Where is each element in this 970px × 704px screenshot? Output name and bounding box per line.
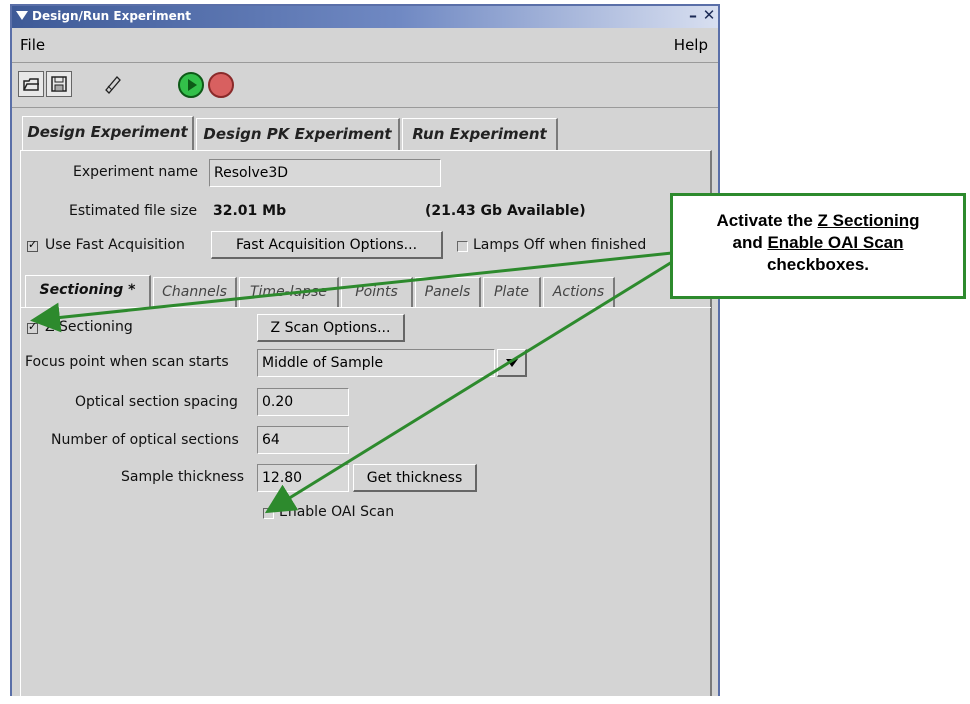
instruction-callout: Activate the Z Sectioning and Enable OAI… xyxy=(670,193,966,299)
stop-icon[interactable] xyxy=(208,72,234,98)
lamps-off-label: Lamps Off when finished xyxy=(473,237,647,253)
tab-run-experiment[interactable]: Run Experiment xyxy=(402,118,558,150)
focus-point-label: Focus point when scan starts xyxy=(25,354,229,370)
menu-help[interactable]: Help xyxy=(674,36,708,54)
minimize-icon[interactable]: – xyxy=(686,6,700,26)
enable-oai-scan-label: Enable OAI Scan xyxy=(279,504,395,520)
experiment-name-field[interactable]: Resolve3D xyxy=(209,159,441,187)
callout-link-oai-scan: Enable OAI Scan xyxy=(767,233,904,252)
subtab-points[interactable]: Points xyxy=(341,277,413,307)
use-fast-acquisition-label: Use Fast Acquisition xyxy=(45,237,185,253)
sample-thickness-field[interactable]: 12.80 xyxy=(257,464,349,492)
callout-text-3: checkboxes. xyxy=(766,255,870,274)
optical-spacing-field[interactable]: 0.20 xyxy=(257,388,349,416)
experiment-name-label: Experiment name xyxy=(73,164,199,180)
callout-link-z-sectioning: Z Sectioning xyxy=(817,211,920,230)
menu-file[interactable]: File xyxy=(20,36,45,54)
close-icon[interactable]: ✕ xyxy=(702,6,716,26)
z-scan-options-button[interactable]: Z Scan Options... xyxy=(257,314,405,342)
callout-text-2: and xyxy=(732,233,768,252)
menu-bar: File Help xyxy=(12,28,718,63)
sample-thickness-label: Sample thickness xyxy=(121,469,245,485)
subtab-panels[interactable]: Panels xyxy=(415,277,481,307)
tab-design-experiment[interactable]: Design Experiment xyxy=(22,116,194,150)
tab-design-pk-experiment[interactable]: Design PK Experiment xyxy=(196,118,400,150)
open-icon[interactable] xyxy=(18,71,44,97)
app-window: Design/Run Experiment – ✕ File Help Desi… xyxy=(10,4,720,696)
sectioning-panel: Z Sectioning Z Scan Options... Focus poi… xyxy=(21,307,711,704)
window-title: Design/Run Experiment xyxy=(32,9,191,23)
subtab-sectioning[interactable]: Sectioning * xyxy=(25,275,151,307)
available-space: (21.43 Gb Available) xyxy=(425,203,586,219)
z-sectioning-label: Z Sectioning xyxy=(45,319,133,335)
design-tab-panel: Experiment name Resolve3D Estimated file… xyxy=(20,150,712,696)
subtab-time-lapse[interactable]: Time-lapse xyxy=(239,277,339,307)
window-menu-icon[interactable] xyxy=(16,11,28,20)
toolbar xyxy=(12,63,718,108)
subtab-plate[interactable]: Plate xyxy=(483,277,541,307)
fast-acquisition-options-button[interactable]: Fast Acquisition Options... xyxy=(211,231,443,259)
lamps-off-checkbox[interactable] xyxy=(457,241,468,252)
save-icon[interactable] xyxy=(46,71,72,97)
number-sections-label: Number of optical sections xyxy=(51,432,239,448)
callout-text-1: Activate the xyxy=(716,211,818,230)
subtab-channels[interactable]: Channels xyxy=(153,277,237,307)
focus-point-select[interactable]: Middle of Sample xyxy=(257,349,495,377)
z-sectioning-checkbox[interactable] xyxy=(27,320,38,334)
optical-spacing-label: Optical section spacing xyxy=(75,394,238,410)
file-size-label: Estimated file size xyxy=(69,203,198,219)
use-fast-acquisition-checkbox[interactable] xyxy=(27,238,38,252)
edit-icon[interactable] xyxy=(100,71,126,97)
file-size-value: 32.01 Mb xyxy=(213,203,287,219)
number-sections-field[interactable]: 64 xyxy=(257,426,349,454)
chevron-down-icon[interactable] xyxy=(497,349,527,377)
subtab-actions[interactable]: Actions xyxy=(543,277,615,307)
get-thickness-button[interactable]: Get thickness xyxy=(353,464,477,492)
title-bar: Design/Run Experiment – ✕ xyxy=(12,6,718,28)
enable-oai-scan-checkbox[interactable] xyxy=(263,508,274,519)
run-icon[interactable] xyxy=(178,72,204,98)
